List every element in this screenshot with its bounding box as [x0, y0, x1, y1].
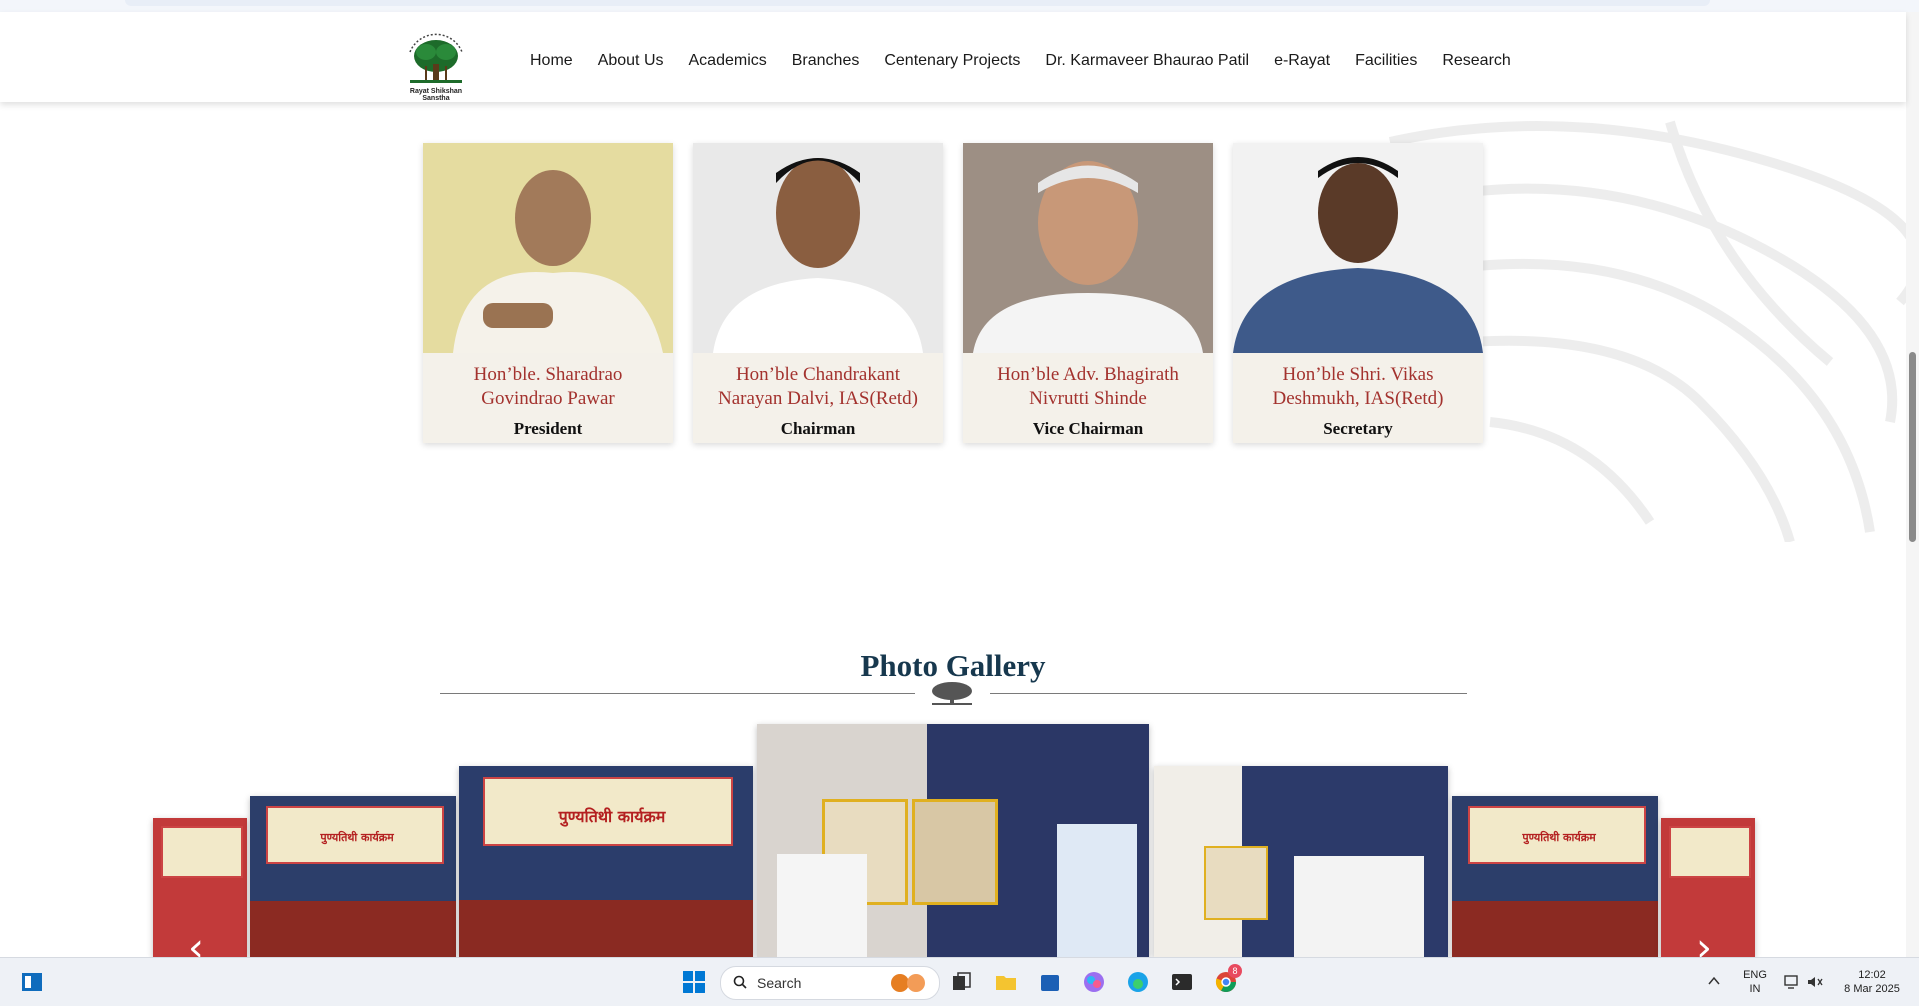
- banyan-tree-logo-icon: [409, 33, 463, 83]
- edge-browser-icon[interactable]: [1126, 970, 1150, 994]
- volume-muted-icon[interactable]: [1806, 974, 1824, 990]
- lang-top: ENG: [1743, 969, 1767, 981]
- clock[interactable]: 12:02 8 Mar 2025: [1832, 968, 1912, 996]
- leader-role: Chairman: [780, 419, 856, 438]
- search-icon: [733, 975, 747, 989]
- nav-karmaveer-bhaurao-patil[interactable]: Dr. Karmaveer Bhaurao Patil: [1045, 52, 1249, 70]
- leader-photo: [423, 143, 673, 353]
- nav-about-us[interactable]: About Us: [598, 52, 664, 70]
- leader-photo: [963, 143, 1213, 353]
- leader-name: Hon’ble. Sharadrao Govindrao Pawar: [473, 364, 623, 409]
- gallery-banner: [160, 826, 244, 878]
- widgets-icon[interactable]: [20, 970, 44, 994]
- gallery-title: Photo Gallery: [860, 647, 1046, 683]
- leader-card[interactable]: Hon’ble. Sharadrao Govindrao Pawar Presi…: [423, 143, 673, 443]
- leader-card[interactable]: Hon’ble Shri. Vikas Deshmukh, IAS(Retd) …: [1233, 143, 1483, 443]
- taskbar-search[interactable]: Search: [720, 966, 940, 1000]
- gallery-banner: पुण्यतिथी कार्यक्रम: [1468, 805, 1646, 865]
- logo-caption: Rayat Shikshan Sanstha: [409, 88, 463, 102]
- leader-role: Vice Chairman: [1032, 419, 1144, 438]
- terminal-icon[interactable]: [1170, 970, 1194, 994]
- leader-name: Hon’ble Adv. Bhagirath Nivrutti Shinde: [997, 364, 1179, 409]
- file-explorer-icon[interactable]: [994, 970, 1018, 994]
- leader-card[interactable]: Hon’ble Adv. Bhagirath Nivrutti Shinde V…: [963, 143, 1213, 443]
- microsoft-store-icon[interactable]: [1038, 970, 1062, 994]
- nav-research[interactable]: Research: [1442, 52, 1510, 70]
- scrollbar-thumb[interactable]: [1909, 352, 1916, 542]
- leader-name: Hon’ble Chandrakant Narayan Dalvi, IAS(R…: [718, 364, 918, 409]
- page-scrollbar[interactable]: [1906, 12, 1919, 957]
- nav-branches[interactable]: Branches: [792, 52, 860, 70]
- nav-home[interactable]: Home: [530, 52, 573, 70]
- gallery-divider-right: [990, 693, 1467, 694]
- nav-facilities[interactable]: Facilities: [1355, 52, 1417, 70]
- leader-role: Secretary: [1323, 419, 1393, 438]
- chrome-notification-badge: 8: [1228, 964, 1242, 978]
- gallery-banner: [1668, 826, 1752, 878]
- tree-ornament-icon: [932, 682, 972, 705]
- nav-e-rayat[interactable]: e-Rayat: [1274, 52, 1330, 70]
- address-bar-edge: [125, 0, 1710, 6]
- language-indicator[interactable]: ENG IN: [1740, 968, 1770, 996]
- site-logo[interactable]: Rayat Shikshan Sanstha: [396, 22, 476, 102]
- gallery-slide-active[interactable]: [757, 724, 1149, 957]
- leader-name: Hon’ble Shri. Vikas Deshmukh, IAS(Retd): [1272, 364, 1444, 409]
- leader-role: President: [513, 419, 583, 438]
- leader-photo: [1233, 143, 1483, 353]
- gallery-banner: पुण्यतिथी कार्यक्रम: [266, 805, 444, 865]
- clock-date: 8 Mar 2025: [1844, 983, 1900, 995]
- main-nav: Home About Us Academics Branches Centena…: [530, 52, 1536, 70]
- search-label: Search: [757, 975, 802, 991]
- search-highlight-icon: [891, 974, 925, 992]
- nav-centenary-projects[interactable]: Centenary Projects: [884, 52, 1020, 70]
- gallery-slide[interactable]: पुण्यतिथी कार्यक्रम: [459, 766, 753, 957]
- nav-academics[interactable]: Academics: [689, 52, 767, 70]
- task-view-icon[interactable]: [950, 970, 974, 994]
- gallery-slide[interactable]: पुण्यतिथी कार्यक्रम: [1452, 796, 1658, 957]
- gallery-divider-left: [440, 693, 915, 694]
- lang-bottom: IN: [1749, 983, 1761, 995]
- windows-taskbar: Search 8 ENG IN 12:02 8 Mar 2025: [0, 957, 1919, 1006]
- gallery-slide[interactable]: पुण्यतिथी कार्यक्रम: [250, 796, 456, 957]
- copilot-icon[interactable]: [1082, 970, 1106, 994]
- windows-start-icon[interactable]: [682, 970, 706, 994]
- clock-time: 12:02: [1858, 969, 1886, 981]
- leader-card[interactable]: Hon’ble Chandrakant Narayan Dalvi, IAS(R…: [693, 143, 943, 443]
- site-header: Rayat Shikshan Sanstha Home About Us Aca…: [0, 12, 1906, 102]
- gallery-slide[interactable]: [1154, 766, 1448, 957]
- gallery-banner: पुण्यतिथी कार्यक्रम: [482, 777, 734, 847]
- leader-photo: [693, 143, 943, 353]
- leadership-cards: Hon’ble. Sharadrao Govindrao Pawar Presi…: [423, 143, 1483, 443]
- chevron-up-icon[interactable]: [1708, 976, 1720, 986]
- network-icon[interactable]: [1783, 974, 1801, 990]
